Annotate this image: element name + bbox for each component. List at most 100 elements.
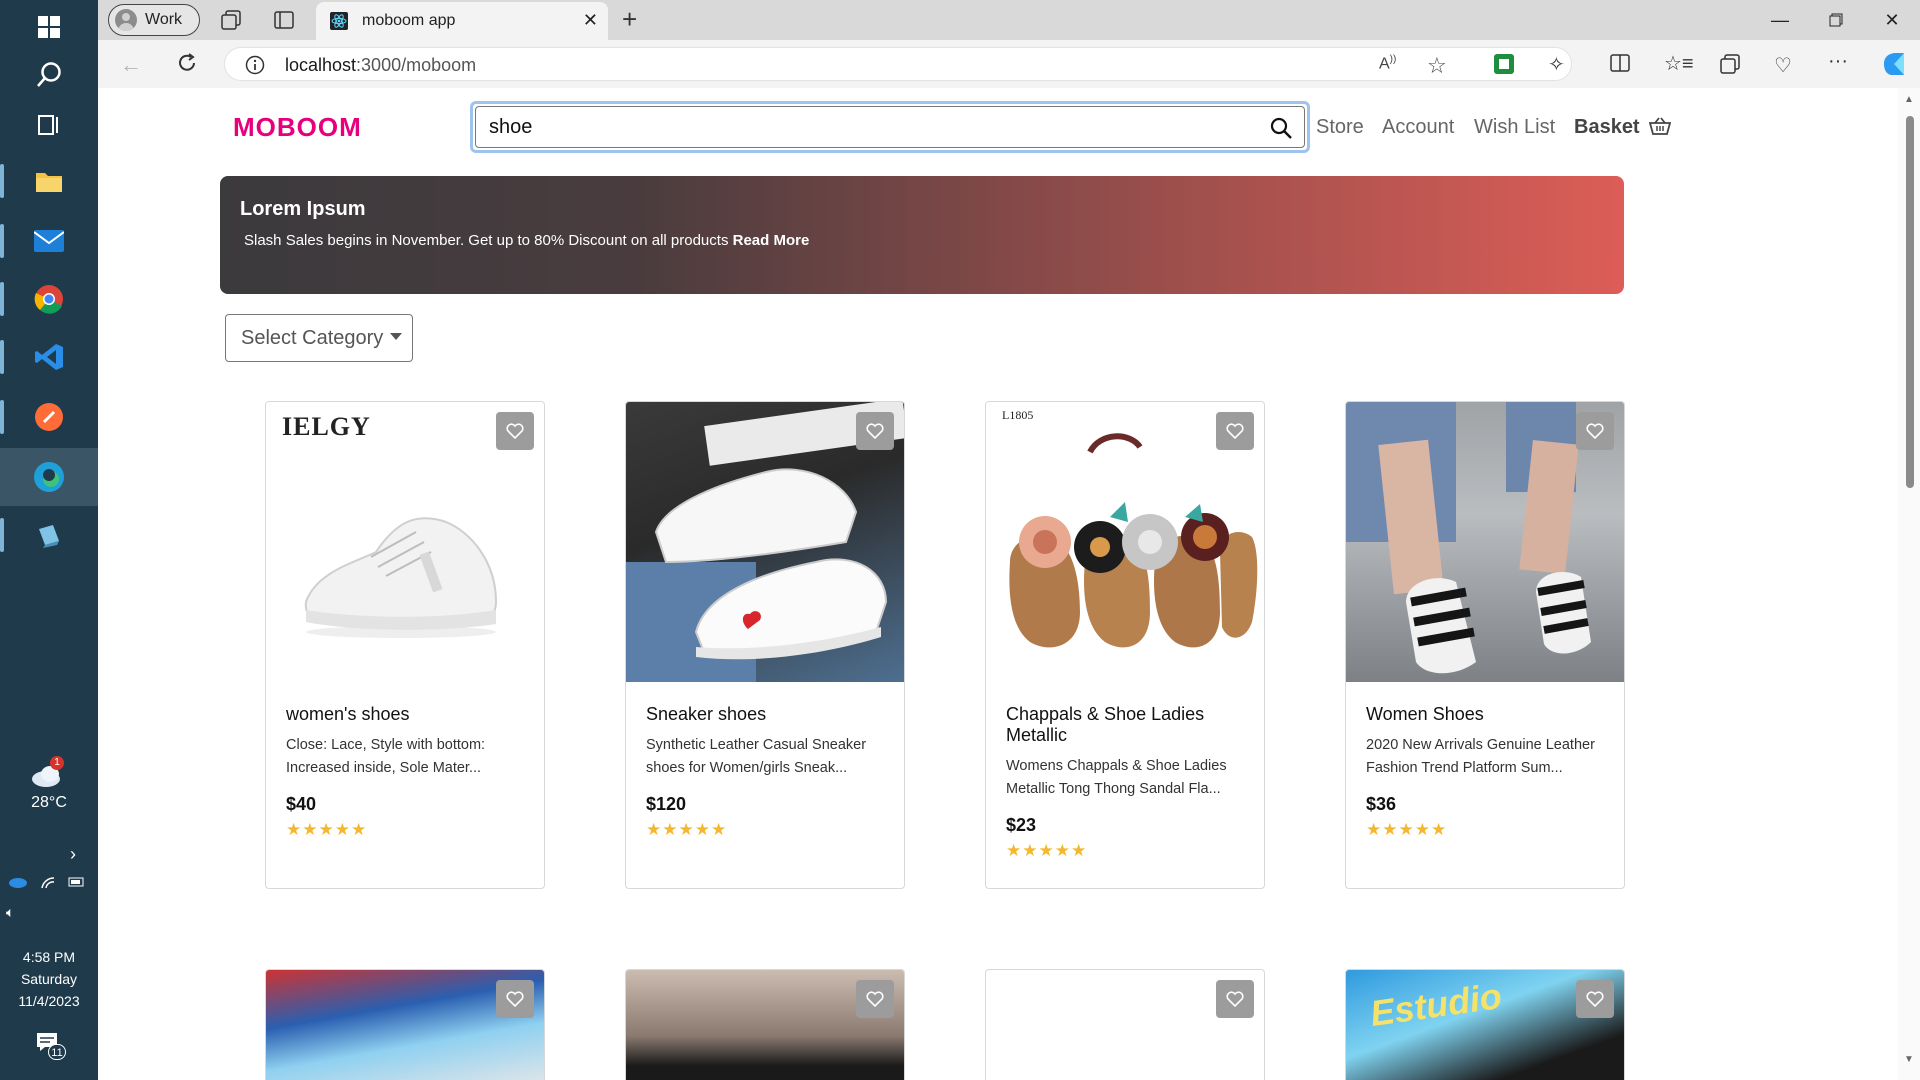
- nav-wish-list[interactable]: Wish List: [1474, 116, 1555, 139]
- weather-badge: 1: [50, 756, 64, 770]
- product-description: Close: Lace, Style with bottom: Increase…: [286, 737, 486, 776]
- read-aloud-icon[interactable]: A)): [1379, 54, 1396, 73]
- basket-label: Basket: [1574, 116, 1640, 138]
- file-explorer-icon[interactable]: [22, 158, 76, 204]
- new-tab-icon[interactable]: +: [622, 4, 637, 35]
- browser-essentials-icon[interactable]: ♡: [1774, 53, 1792, 78]
- product-card[interactable]: [625, 969, 905, 1080]
- close-window-icon[interactable]: ✕: [1864, 0, 1920, 40]
- rating-stars: ★★★★★: [646, 820, 728, 839]
- banner-title: Lorem Ipsum: [240, 198, 366, 220]
- read-more-link[interactable]: Read More: [733, 232, 810, 249]
- clock-day: Saturday: [20, 971, 78, 987]
- nav-account[interactable]: Account: [1382, 116, 1454, 139]
- onedrive-icon: [9, 878, 27, 888]
- address-bar[interactable]: localhost:3000/moboom A)) ☆: [224, 47, 1572, 81]
- workspaces-icon[interactable]: [220, 10, 242, 35]
- brand-text: L1805: [1002, 408, 1034, 422]
- more-menu-icon[interactable]: ···: [1828, 50, 1848, 73]
- wishlist-heart-button[interactable]: [1216, 412, 1254, 450]
- profile-button[interactable]: Work: [108, 4, 200, 36]
- product-card[interactable]: L1805 Chappals & Shoe Ladies Metallic Wo…: [985, 401, 1265, 889]
- react-icon: [330, 12, 348, 30]
- wishlist-heart-button[interactable]: [856, 980, 894, 1018]
- product-title[interactable]: Sneaker shoes: [646, 704, 886, 725]
- page-scrollbar[interactable]: ▲ ▼: [1898, 88, 1920, 1080]
- vscode-icon[interactable]: [22, 334, 76, 380]
- wishlist-heart-button[interactable]: [496, 412, 534, 450]
- postman-icon[interactable]: [22, 394, 76, 440]
- mail-icon[interactable]: [22, 218, 76, 264]
- product-image[interactable]: L1805: [986, 402, 1264, 682]
- wishlist-heart-button[interactable]: [1576, 980, 1614, 1018]
- clock-time: 4:58 PM: [22, 949, 76, 965]
- search-input[interactable]: shoe: [489, 116, 532, 139]
- profile-label: Work: [145, 11, 183, 28]
- extension-green-icon[interactable]: [1494, 54, 1514, 79]
- search-icon[interactable]: [1269, 116, 1293, 145]
- nav-basket[interactable]: Basket: [1574, 116, 1672, 139]
- volume-icon[interactable]: 🔈︎: [6, 904, 14, 921]
- product-card[interactable]: [265, 969, 545, 1080]
- product-title[interactable]: women's shoes: [286, 704, 526, 725]
- back-icon[interactable]: ←: [120, 52, 142, 78]
- url-host: localhost: [285, 55, 357, 75]
- product-description: Synthetic Leather Casual Sneaker shoes f…: [646, 737, 867, 776]
- brand-text: IELGY: [282, 412, 371, 441]
- product-card[interactable]: Women Shoes 2020 New Arrivals Genuine Le…: [1345, 401, 1625, 889]
- rating-stars: ★★★★★: [1006, 841, 1088, 860]
- wishlist-heart-button[interactable]: [496, 980, 534, 1018]
- weather-icon[interactable]: 1: [30, 756, 70, 792]
- product-description: Womens Chappals & Shoe Ladies Metallic T…: [1006, 758, 1227, 797]
- tray-icons[interactable]: [8, 876, 86, 890]
- search-icon[interactable]: [22, 52, 76, 98]
- tab-moboom[interactable]: moboom app ✕: [316, 2, 608, 40]
- split-screen-icon[interactable]: [1610, 54, 1630, 77]
- close-tab-icon[interactable]: ✕: [583, 10, 598, 31]
- notifications-icon[interactable]: 11: [36, 1032, 66, 1060]
- nav-store[interactable]: Store: [1316, 116, 1364, 139]
- windows-start-icon[interactable]: [22, 4, 76, 50]
- scrollbar-thumb[interactable]: [1906, 116, 1914, 488]
- product-title[interactable]: Chappals & Shoe Ladies Metallic: [1006, 704, 1246, 746]
- app-icon[interactable]: [22, 512, 76, 558]
- product-image[interactable]: [626, 402, 904, 682]
- category-select[interactable]: Select Category: [225, 314, 413, 362]
- logo[interactable]: MOBOOM: [233, 112, 362, 143]
- wishlist-heart-button[interactable]: [1576, 412, 1614, 450]
- minimize-icon[interactable]: —: [1752, 0, 1808, 40]
- info-icon[interactable]: [245, 55, 265, 80]
- collections-icon[interactable]: [1720, 54, 1740, 79]
- product-price: $40: [286, 794, 317, 814]
- product-card[interactable]: IELGY women's shoes Close: Lace, Style w…: [265, 401, 545, 889]
- caret-down-icon: [390, 332, 403, 340]
- chrome-icon[interactable]: [22, 276, 76, 322]
- banner-text-body: Slash Sales begins in November. Get up t…: [244, 232, 729, 249]
- restore-icon[interactable]: [1808, 0, 1864, 40]
- product-card[interactable]: Sneaker shoes Synthetic Leather Casual S…: [625, 401, 905, 889]
- rating-stars: ★★★★★: [286, 820, 368, 839]
- extensions-icon[interactable]: ✧: [1548, 52, 1565, 77]
- tab-bar: Work moboom app ✕ + — ✕: [98, 0, 1920, 40]
- copilot-icon[interactable]: [1880, 50, 1908, 83]
- wishlist-heart-button[interactable]: [856, 412, 894, 450]
- refresh-icon[interactable]: [176, 52, 198, 79]
- clock[interactable]: 4:58 PM Saturday 11/4/2023: [0, 946, 98, 1012]
- search-box[interactable]: shoe: [470, 101, 1310, 153]
- wishlist-heart-button[interactable]: [1216, 980, 1254, 1018]
- product-image[interactable]: IELGY: [266, 402, 544, 682]
- product-title[interactable]: Women Shoes: [1366, 704, 1606, 725]
- rating-stars: ★★★★★: [1366, 820, 1448, 839]
- task-view-icon[interactable]: [22, 102, 76, 148]
- product-description: 2020 New Arrivals Genuine Leather Fashio…: [1366, 737, 1595, 776]
- product-card[interactable]: Estudio: [1345, 969, 1625, 1080]
- edge-icon[interactable]: [0, 448, 98, 506]
- favorite-star-icon[interactable]: ☆: [1427, 53, 1447, 79]
- chevron-right-icon[interactable]: ›: [70, 844, 76, 865]
- favorites-icon[interactable]: ☆≡: [1664, 51, 1694, 76]
- product-card[interactable]: [985, 969, 1265, 1080]
- tab-actions-icon[interactable]: [274, 10, 294, 35]
- product-price: $36: [1366, 794, 1397, 814]
- taskbar: 1 28°C › 🔈︎ 4:58 PM Saturday 11/4/2023 1…: [0, 0, 98, 1080]
- product-image[interactable]: [1346, 402, 1624, 682]
